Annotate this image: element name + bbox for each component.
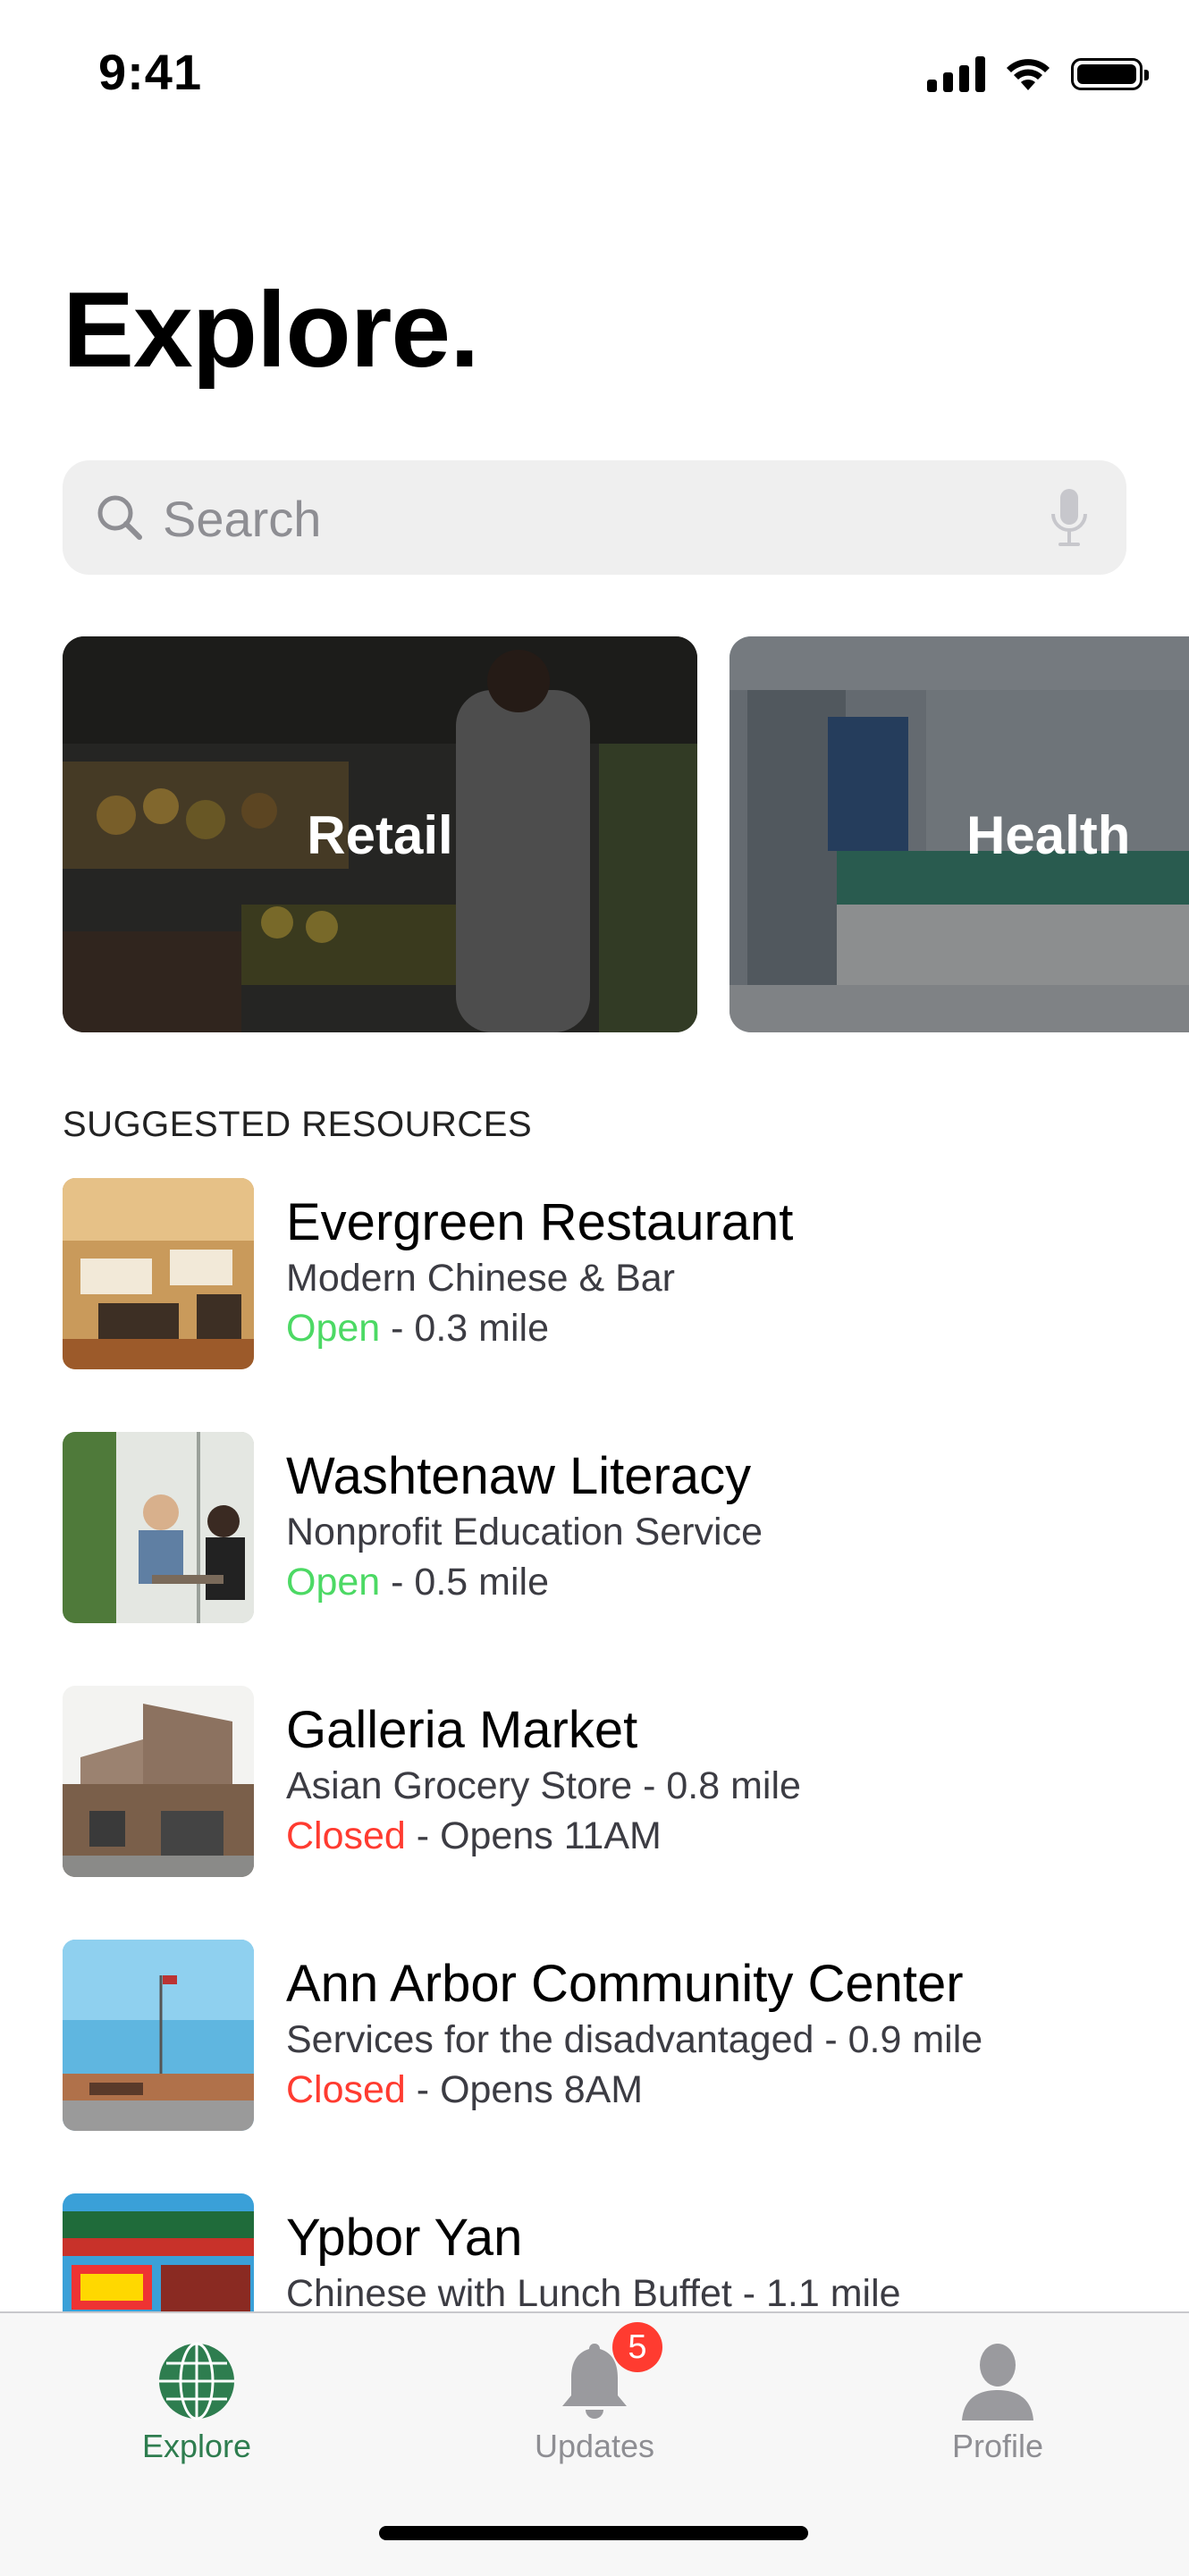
tab-explore[interactable]: Explore [63,2313,331,2492]
tab-label: Explore [141,2428,252,2464]
resource-subtitle: Modern Chinese & Bar [286,1257,675,1300]
resource-status-line: Closed - Opens 11AM [286,1814,662,1858]
resource-distance: - 0.3 mile [380,1307,549,1350]
search-icon [97,495,142,540]
category-carousel[interactable]: Retail Health [63,636,1189,1034]
tab-label: Updates [534,2428,655,2464]
status-time: 9:41 [98,44,203,100]
tab-label: Profile [951,2428,1044,2464]
resource-name: Evergreen Restaurant [286,1193,794,1251]
resource-hours: - Opens 8AM [405,2068,644,2111]
resource-subtitle: Asian Grocery Store - 0.8 mile [286,1764,801,1807]
notification-badge: 5 [612,2322,662,2372]
tab-profile[interactable]: Profile [864,2313,1132,2492]
resource-status-line: Closed - Opens 8AM [286,2068,643,2112]
open-status: Open [286,1561,381,1604]
person-icon [962,2344,1033,2420]
closed-status: Closed [286,1814,406,1857]
resource-name: Ann Arbor Community Center [286,1955,964,2013]
closed-status: Closed [286,2068,406,2111]
resource-name: Washtenaw Literacy [286,1447,752,1505]
resource-status-line: Open - 0.3 mile [286,1307,549,1351]
home-indicator [379,2526,808,2540]
search-input[interactable] [161,482,1041,555]
resource-subtitle: Nonprofit Education Service [286,1511,763,1553]
list-item[interactable]: Ypbor Yan Chinese with Lunch Buffet - 1.… [0,2192,1189,2311]
open-status: Open [286,1307,381,1350]
resource-status-line: Open - 0.5 mile [286,1561,549,1604]
resource-thumbnail [63,1686,254,1877]
tab-updates[interactable]: 5 Updates [460,2313,729,2492]
resource-subtitle: Chinese with Lunch Buffet - 1.1 mile [286,2272,901,2311]
resource-list[interactable]: Evergreen Restaurant Modern Chinese & Ba… [0,1176,1189,2311]
category-card-retail[interactable]: Retail [63,636,697,1032]
resource-thumbnail [63,2193,254,2311]
battery-icon [1071,58,1149,90]
resource-distance: - 0.5 mile [380,1561,549,1604]
wifi-icon [1007,59,1050,90]
list-item[interactable]: Evergreen Restaurant Modern Chinese & Ba… [0,1176,1189,1373]
resource-thumbnail [63,1178,254,1369]
resource-hours: - Opens 11AM [405,1814,662,1857]
microphone-icon[interactable] [1042,485,1096,550]
globe-icon [159,2342,234,2420]
cellular-signal-icon [927,56,985,92]
search-bar[interactable] [63,460,1126,575]
resource-thumbnail [63,1432,254,1623]
list-item[interactable]: Galleria Market Asian Grocery Store - 0.… [0,1684,1189,1881]
page-title: Explore. [63,270,479,390]
category-card-health[interactable]: Health [729,636,1189,1032]
resource-name: Ypbor Yan [286,2209,523,2267]
resource-thumbnail [63,1940,254,2131]
resource-subtitle: Services for the disadvantaged - 0.9 mil… [286,2018,983,2061]
resource-name: Galleria Market [286,1701,638,1759]
list-item[interactable]: Ann Arbor Community Center Services for … [0,1938,1189,2134]
status-icons [927,52,1149,97]
status-bar: 9:41 [0,0,1189,143]
list-item[interactable]: Washtenaw Literacy Nonprofit Education S… [0,1430,1189,1627]
category-label-retail: Retail [307,805,453,865]
category-label-health: Health [966,805,1131,865]
section-header: SUGGESTED RESOURCES [63,1105,533,1144]
